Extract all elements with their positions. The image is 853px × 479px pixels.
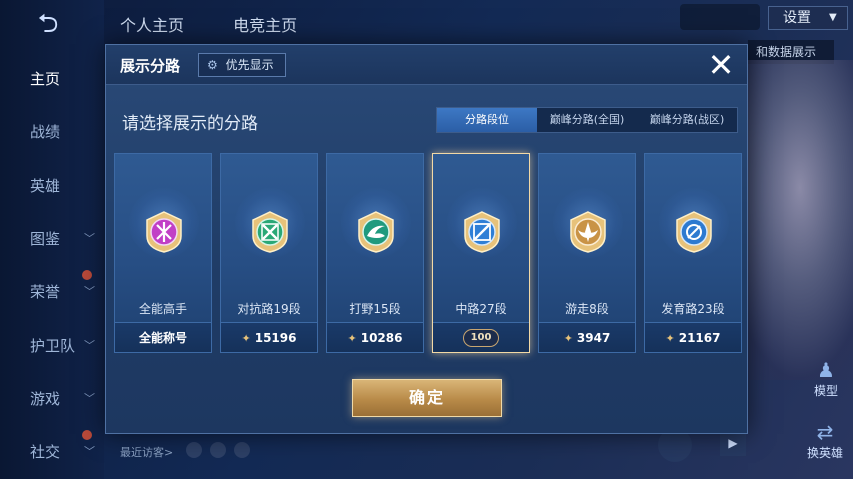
sidebar-item-label: 图鉴 — [30, 230, 61, 248]
points-icon: ✦ — [241, 332, 251, 345]
dialog-title: 展示分路 — [120, 57, 181, 75]
gear-icon: ⚙ — [207, 58, 218, 72]
priority-display-label: 优先显示 — [225, 58, 274, 72]
priority-display-button[interactable]: ⚙ 优先显示 — [198, 53, 286, 77]
points-icon: ✦ — [347, 332, 357, 345]
lane-footer-value: 全能称号 — [138, 331, 187, 345]
recent-visitors-link[interactable]: 最近访客> — [120, 444, 173, 460]
top-tab-bar: 个人主页 电竞主页 — [120, 12, 341, 36]
points-icon: ✦ — [665, 332, 675, 345]
sidebar-item-label: 战绩 — [30, 123, 61, 141]
avatar[interactable] — [186, 442, 202, 458]
lane-name: 中路27段 — [455, 302, 507, 316]
recent-visitor-avatars — [186, 442, 258, 462]
peak-score-badge: 100 — [463, 329, 499, 347]
avatar[interactable] — [234, 442, 250, 458]
points-icon: ✦ — [563, 332, 573, 345]
lane-card-jungle[interactable]: 打野15段 ✦ 10286 — [326, 153, 424, 353]
clash-lane-emblem-icon — [252, 211, 288, 253]
lane-footer: ✦ 21167 — [645, 322, 741, 352]
sidebar-item-label: 游戏 — [30, 390, 61, 408]
lane-footer-value: 15196 — [254, 331, 297, 345]
jungle-emblem-icon — [358, 211, 394, 253]
sidebar-item-label: 社交 — [30, 443, 61, 461]
lane-footer-value: 21167 — [678, 331, 721, 345]
lane-card-roam[interactable]: 游走8段 ✦ 3947 — [538, 153, 636, 353]
notification-dot — [82, 270, 92, 280]
lane-footer: 100 — [433, 322, 529, 352]
lane-card-allround[interactable]: 全能高手 全能称号 — [114, 153, 212, 353]
sidebar-item-guard[interactable]: 护卫队 ﹀ — [0, 331, 104, 361]
roam-emblem-icon — [570, 211, 606, 253]
confirm-button[interactable]: 确定 — [352, 379, 502, 417]
lane-footer: ✦ 10286 — [327, 322, 423, 352]
lane-display-dialog: 展示分路 ⚙ 优先显示 ✕ 请选择展示的分路 分路段位 巅峰分路(全国) 巅峰分… — [105, 44, 748, 434]
swap-hero-label: 换英雄 — [806, 446, 843, 460]
all-round-emblem-icon — [146, 211, 182, 253]
chevron-down-icon: ﹀ — [84, 232, 95, 245]
lane-card-mid[interactable]: 中路27段 100 — [432, 153, 530, 353]
tab-lane-rank[interactable]: 分路段位 — [437, 108, 537, 132]
sidebar-item-game[interactable]: 游戏 ﹀ — [0, 384, 104, 414]
tab-peak-national[interactable]: 巅峰分路(全国) — [537, 108, 637, 132]
chevron-down-icon: ▼ — [829, 12, 837, 23]
lane-footer: 全能称号 — [115, 322, 211, 352]
model-button[interactable]: ♟ 模型 — [806, 358, 846, 399]
tab-esports[interactable]: 电竞主页 — [233, 16, 297, 35]
sidebar-item-social[interactable]: 社交 ﹀ — [0, 437, 104, 467]
chevron-down-icon: ﹀ — [84, 285, 95, 298]
lane-card-farm[interactable]: 发育路23段 ✦ 21167 — [644, 153, 742, 353]
back-arrow-icon[interactable]: ⮌ — [24, 10, 72, 38]
sidebar-item-label: 英雄 — [30, 177, 61, 195]
lane-footer: ✦ 3947 — [539, 322, 635, 352]
lane-footer: ✦ 15196 — [221, 322, 317, 352]
lane-footer-value: 3947 — [576, 331, 611, 345]
sidebar-item-record[interactable]: 战绩 — [0, 117, 104, 147]
sidebar-item-home[interactable]: 主页 — [0, 64, 104, 94]
settings-label: 设置 — [783, 10, 811, 26]
lane-name: 发育路23段 — [661, 302, 725, 316]
lane-name: 全能高手 — [138, 302, 187, 316]
avatar[interactable] — [210, 442, 226, 458]
swap-hero-button[interactable]: ⇄ 换英雄 — [800, 420, 850, 461]
farm-lane-emblem-icon — [676, 211, 712, 253]
notification-dot — [82, 430, 92, 440]
sidebar-item-honor[interactable]: 荣誉 ﹀ — [0, 277, 104, 307]
avatar[interactable] — [680, 4, 760, 30]
chevron-down-icon: ﹀ — [84, 392, 95, 405]
mid-lane-emblem-icon — [464, 211, 500, 253]
close-icon[interactable]: ✕ — [704, 49, 738, 83]
figure-icon: ♟ — [817, 358, 835, 382]
swap-icon: ⇄ — [816, 420, 834, 444]
chevron-down-icon: ﹀ — [84, 445, 95, 458]
chevron-down-icon: ﹀ — [84, 339, 95, 352]
lane-name: 对抗路19段 — [237, 302, 301, 316]
lane-tab-bar: 分路段位 巅峰分路(全国) 巅峰分路(战区) — [436, 107, 738, 133]
sidebar-item-label: 护卫队 — [30, 337, 76, 355]
tab-personal[interactable]: 个人主页 — [120, 16, 184, 35]
lane-name: 游走8段 — [565, 302, 609, 316]
sidebar-item-label: 主页 — [30, 70, 61, 88]
lane-name: 打野15段 — [349, 302, 401, 316]
dialog-header: 展示分路 ⚙ 优先显示 ✕ — [106, 45, 747, 85]
dialog-subtitle: 请选择展示的分路 — [122, 114, 258, 134]
lane-card-clash[interactable]: 对抗路19段 ✦ 15196 — [220, 153, 318, 353]
data-display-label: 和数据展示 — [756, 45, 817, 59]
lane-footer-value: 10286 — [360, 331, 403, 345]
sidebar-item-codex[interactable]: 图鉴 ﹀ — [0, 224, 104, 254]
tab-peak-region[interactable]: 巅峰分路(战区) — [637, 108, 737, 132]
sidebar-item-label: 荣誉 — [30, 283, 61, 301]
model-label: 模型 — [813, 384, 838, 398]
settings-button[interactable]: 设置 ▼ — [768, 6, 848, 30]
sidebar-item-heroes[interactable]: 英雄 — [0, 171, 104, 201]
